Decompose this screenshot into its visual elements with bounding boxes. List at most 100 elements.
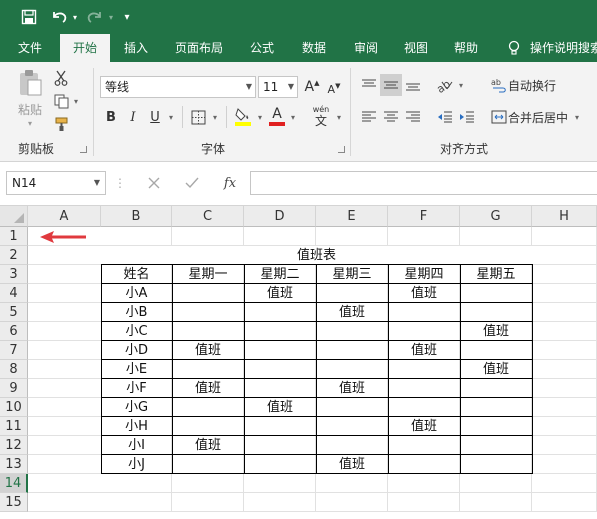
formula-input[interactable]	[250, 171, 597, 195]
tab-view[interactable]: 视图	[396, 34, 436, 62]
undo-icon[interactable]	[48, 7, 70, 27]
duty-cell[interactable]	[460, 436, 532, 455]
align-left-icon[interactable]	[358, 106, 380, 128]
tab-home[interactable]: 开始	[60, 34, 110, 64]
duty-cell[interactable]: 值班	[172, 379, 244, 398]
redo-dropdown-icon[interactable]: ▾	[106, 7, 116, 27]
tab-review[interactable]: 审阅	[346, 34, 386, 62]
row-header-4[interactable]: 4	[0, 284, 28, 303]
clipboard-launcher-icon[interactable]	[80, 146, 87, 153]
duty-cell[interactable]	[388, 379, 460, 398]
italic-button[interactable]: I	[124, 106, 142, 128]
column-header-g[interactable]: G	[460, 206, 532, 227]
fill-color-dropdown-icon[interactable]: ▾	[255, 106, 265, 128]
duty-cell[interactable]	[460, 398, 532, 417]
duty-cell[interactable]	[388, 398, 460, 417]
table-header-cell[interactable]: 星期二	[244, 265, 316, 284]
underline-dropdown-icon[interactable]: ▾	[166, 106, 176, 128]
duty-cell[interactable]	[316, 417, 388, 436]
duty-cell[interactable]	[460, 303, 532, 322]
insert-function-icon[interactable]: fx	[216, 172, 244, 194]
tab-page-layout[interactable]: 页面布局	[170, 34, 228, 62]
duty-cell[interactable]	[316, 284, 388, 303]
duty-cell[interactable]	[460, 341, 532, 360]
duty-cell[interactable]	[172, 360, 244, 379]
column-header-c[interactable]: C	[172, 206, 244, 227]
table-title[interactable]: 值班表	[101, 246, 532, 265]
cancel-icon[interactable]	[140, 172, 168, 194]
wrap-text-button[interactable]: 自动换行	[508, 74, 568, 96]
table-header-cell[interactable]: 星期三	[316, 265, 388, 284]
row-header-12[interactable]: 12	[0, 436, 28, 455]
name-cell[interactable]: 小C	[101, 322, 172, 341]
borders-icon[interactable]	[188, 106, 208, 128]
bold-button[interactable]: B	[102, 106, 120, 128]
duty-cell[interactable]: 值班	[172, 436, 244, 455]
duty-cell[interactable]	[316, 360, 388, 379]
worksheet-grid[interactable]: A B C D E F G H 1 2 3 4 5 6 7 8 9 10 11 12 13 14 15 值班表 姓名 星期一 星期二…	[0, 206, 597, 519]
duty-cell[interactable]	[244, 360, 316, 379]
duty-cell[interactable]	[244, 417, 316, 436]
fill-color-icon[interactable]	[232, 104, 254, 128]
column-header-e[interactable]: E	[316, 206, 388, 227]
top-align-icon[interactable]	[358, 74, 380, 96]
copy-dropdown-icon[interactable]: ▾	[72, 95, 80, 107]
save-icon[interactable]	[18, 7, 40, 27]
duty-cell[interactable]: 值班	[244, 398, 316, 417]
duty-cell[interactable]	[244, 341, 316, 360]
row-header-13[interactable]: 13	[0, 455, 28, 474]
duty-cell[interactable]	[460, 379, 532, 398]
row-header-14[interactable]: 14	[0, 474, 28, 493]
align-center-icon[interactable]	[380, 106, 402, 128]
name-cell[interactable]: 小E	[101, 360, 172, 379]
duty-cell[interactable]	[316, 436, 388, 455]
duty-cell[interactable]	[244, 379, 316, 398]
duty-cell[interactable]	[460, 417, 532, 436]
duty-cell[interactable]	[388, 303, 460, 322]
tab-help[interactable]: 帮助	[446, 34, 486, 62]
duty-cell[interactable]	[388, 455, 460, 474]
row-header-3[interactable]: 3	[0, 265, 28, 284]
wrap-text-icon[interactable]: ab	[488, 74, 510, 96]
name-cell[interactable]: 小A	[101, 284, 172, 303]
duty-cell[interactable]	[244, 436, 316, 455]
redo-icon[interactable]	[84, 7, 106, 27]
tab-formulas[interactable]: 公式	[242, 34, 282, 62]
orientation-dropdown-icon[interactable]: ▾	[456, 74, 466, 96]
column-header-a[interactable]: A	[28, 206, 101, 227]
duty-cell[interactable]	[316, 341, 388, 360]
name-cell[interactable]: 小B	[101, 303, 172, 322]
duty-cell[interactable]	[172, 284, 244, 303]
duty-cell[interactable]: 值班	[388, 341, 460, 360]
borders-dropdown-icon[interactable]: ▾	[210, 106, 220, 128]
font-launcher-icon[interactable]	[338, 146, 345, 153]
duty-cell[interactable]: 值班	[388, 284, 460, 303]
duty-cell[interactable]: 值班	[244, 284, 316, 303]
row-header-1[interactable]: 1	[0, 227, 28, 246]
table-header-cell[interactable]: 星期五	[460, 265, 532, 284]
name-box-dropdown-icon[interactable]: ▼	[94, 172, 100, 194]
tab-insert[interactable]: 插入	[116, 34, 156, 62]
decrease-font-size-icon[interactable]: A ▼	[324, 78, 344, 100]
tell-me-search[interactable]: 操作说明搜索	[530, 34, 597, 62]
name-cell[interactable]: 小J	[101, 455, 172, 474]
font-size-dropdown-icon[interactable]: ▼	[288, 77, 294, 97]
bottom-align-icon[interactable]	[402, 74, 424, 96]
copy-icon[interactable]	[50, 91, 72, 111]
duty-cell[interactable]	[460, 455, 532, 474]
column-header-h[interactable]: H	[532, 206, 597, 227]
name-cell[interactable]: 小G	[101, 398, 172, 417]
row-header-2[interactable]: 2	[0, 246, 28, 265]
duty-cell[interactable]: 值班	[388, 417, 460, 436]
column-header-b[interactable]: B	[101, 206, 172, 227]
tab-file[interactable]: 文件	[10, 34, 50, 62]
enter-icon[interactable]	[178, 172, 206, 194]
duty-cell[interactable]: 值班	[316, 303, 388, 322]
undo-dropdown-icon[interactable]: ▾	[70, 7, 80, 27]
increase-font-size-icon[interactable]: A ▲	[302, 76, 322, 98]
column-header-f[interactable]: F	[388, 206, 460, 227]
align-right-icon[interactable]	[402, 106, 424, 128]
duty-cell[interactable]: 值班	[316, 455, 388, 474]
orientation-icon[interactable]: ab	[434, 74, 456, 96]
cut-icon[interactable]	[50, 68, 72, 88]
